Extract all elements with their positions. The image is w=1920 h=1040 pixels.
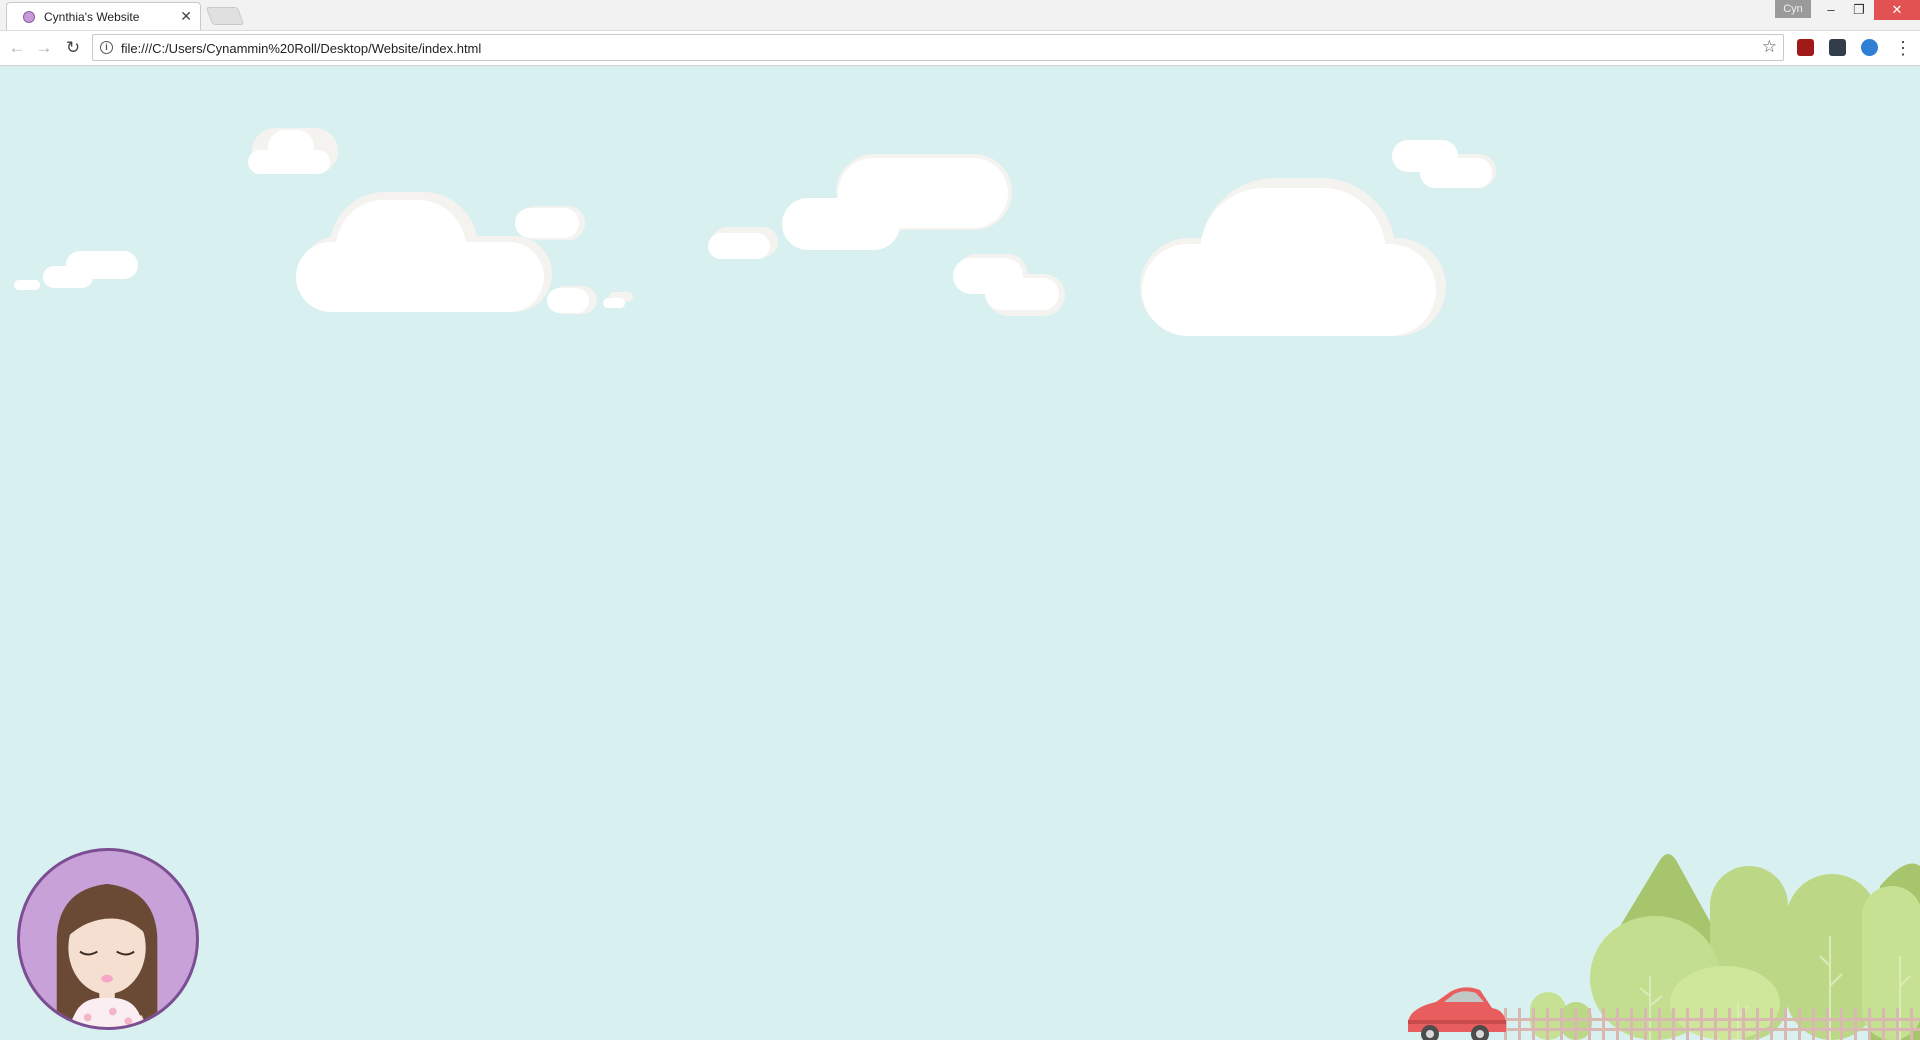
back-button[interactable]: ← xyxy=(6,37,28,59)
fence-post xyxy=(1910,1008,1913,1040)
cloud xyxy=(708,227,778,263)
fence-post xyxy=(1742,1008,1745,1040)
fence-post xyxy=(1658,1008,1661,1040)
cloud xyxy=(515,206,585,248)
fence-post xyxy=(1560,1008,1563,1040)
fence-post xyxy=(1518,1008,1521,1040)
fence-post xyxy=(1812,1008,1815,1040)
info-icon[interactable]: i xyxy=(100,41,113,54)
fence-post xyxy=(1532,1008,1535,1040)
cloud xyxy=(1392,138,1496,188)
girl-avatar-icon xyxy=(56,883,158,1027)
avatar-button[interactable] xyxy=(17,848,199,1030)
cloud xyxy=(248,128,338,176)
cloud xyxy=(603,292,633,310)
tab-close-icon[interactable]: ✕ xyxy=(180,8,192,24)
extension-icon[interactable] xyxy=(1829,39,1846,56)
address-bar[interactable]: i file:///C:/Users/Cynammin%20Roll/Deskt… xyxy=(92,34,1784,61)
fence-post xyxy=(1546,1008,1549,1040)
fence-post xyxy=(1672,1008,1675,1040)
cloud xyxy=(1140,178,1448,338)
sync-icon[interactable] xyxy=(1861,39,1878,56)
page-viewport xyxy=(0,66,1920,1040)
cloud xyxy=(10,246,140,302)
bookmark-star-icon[interactable]: ☆ xyxy=(1762,37,1777,57)
fence-post xyxy=(1574,1008,1577,1040)
fence-post xyxy=(1588,1008,1591,1040)
fence-post xyxy=(1826,1008,1829,1040)
fence-post xyxy=(1700,1008,1703,1040)
close-window-button[interactable]: ✕ xyxy=(1874,0,1920,20)
browser-toolbar: ← → ↻ i file:///C:/Users/Cynammin%20Roll… xyxy=(0,31,1920,66)
tab-title: Cynthia's Website xyxy=(44,10,140,24)
fence-post xyxy=(1616,1008,1619,1040)
fence-post xyxy=(1798,1008,1801,1040)
fence-post xyxy=(1784,1008,1787,1040)
cloud xyxy=(953,254,1065,316)
browser-menu-icon[interactable]: ⋮ xyxy=(1894,37,1912,59)
fence-post xyxy=(1882,1008,1885,1040)
profile-badge[interactable]: Cyn xyxy=(1775,0,1811,18)
cloud xyxy=(782,154,1012,258)
fence-post xyxy=(1644,1008,1647,1040)
fence-post xyxy=(1868,1008,1871,1040)
browser-tab-strip: Cynthia's Website ✕ Cyn – ❐ ✕ xyxy=(0,0,1920,31)
fence-post xyxy=(1602,1008,1605,1040)
url-text[interactable]: file:///C:/Users/Cynammin%20Roll/Desktop… xyxy=(121,41,481,56)
browser-tab[interactable]: Cynthia's Website ✕ xyxy=(6,2,201,30)
fence-post xyxy=(1728,1008,1731,1040)
fence-post xyxy=(1896,1008,1899,1040)
ublock-icon[interactable] xyxy=(1797,39,1814,56)
fence-post xyxy=(1686,1008,1689,1040)
fence-post xyxy=(1854,1008,1857,1040)
forward-button[interactable]: → xyxy=(33,37,55,59)
scenery-illustration xyxy=(1408,854,1920,1040)
car xyxy=(1408,987,1506,1040)
minimize-button[interactable]: – xyxy=(1817,0,1845,20)
fence-post xyxy=(1840,1008,1843,1040)
favicon-icon xyxy=(23,11,35,23)
fence-post xyxy=(1714,1008,1717,1040)
restore-button[interactable]: ❐ xyxy=(1845,0,1873,20)
fence-post xyxy=(1756,1008,1759,1040)
reload-button[interactable]: ↻ xyxy=(62,37,84,59)
cloud xyxy=(547,286,597,318)
new-tab-button[interactable] xyxy=(205,7,245,25)
fence-post xyxy=(1770,1008,1773,1040)
fence-post xyxy=(1630,1008,1633,1040)
